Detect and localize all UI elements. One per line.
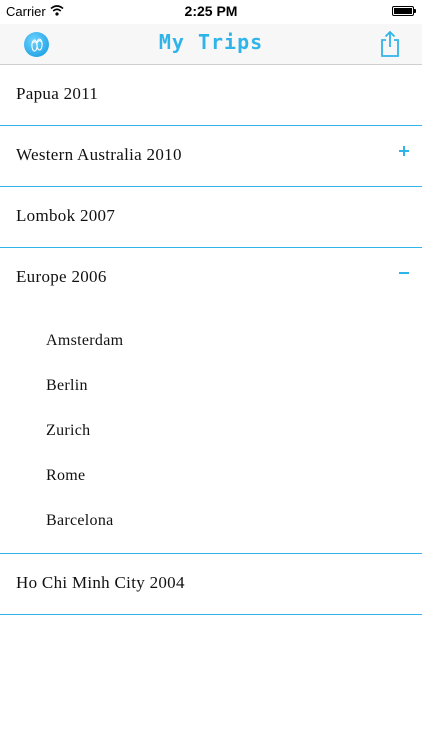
navigation-bar: My Trips	[0, 24, 422, 65]
page-title: My Trips	[158, 30, 264, 54]
trip-row-lombok[interactable]: Lombok 2007	[0, 187, 422, 248]
minus-icon[interactable]	[398, 267, 410, 279]
status-bar: Carrier 2:25 PM	[0, 0, 422, 24]
destination-list: Amsterdam Berlin Zurich Rome Barcelona	[0, 310, 422, 554]
destination-item-rome[interactable]: Rome	[0, 453, 422, 498]
trip-row-ho-chi-minh-city[interactable]: Ho Chi Minh City 2004	[0, 554, 422, 615]
clock: 2:25 PM	[184, 3, 238, 19]
trip-row-papua[interactable]: Papua 2011	[0, 65, 422, 126]
share-icon[interactable]	[378, 30, 402, 58]
trip-row-europe[interactable]: Europe 2006	[0, 248, 422, 310]
trip-title: Ho Chi Minh City 2004	[16, 573, 185, 592]
trip-title: Europe 2006	[16, 267, 107, 286]
destination-item-zurich[interactable]: Zurich	[0, 408, 422, 453]
plus-icon[interactable]	[398, 145, 410, 157]
destination-item-amsterdam[interactable]: Amsterdam	[0, 318, 422, 363]
battery-icon	[392, 6, 416, 16]
trip-title: Lombok 2007	[16, 206, 116, 225]
trip-list: Papua 2011 Western Australia 2010 Lombok…	[0, 65, 422, 615]
trip-title: Western Australia 2010	[16, 145, 182, 164]
destination-item-berlin[interactable]: Berlin	[0, 363, 422, 408]
trip-title: Papua 2011	[16, 84, 99, 103]
trip-row-western-australia[interactable]: Western Australia 2010	[0, 126, 422, 187]
destination-item-barcelona[interactable]: Barcelona	[0, 498, 422, 543]
